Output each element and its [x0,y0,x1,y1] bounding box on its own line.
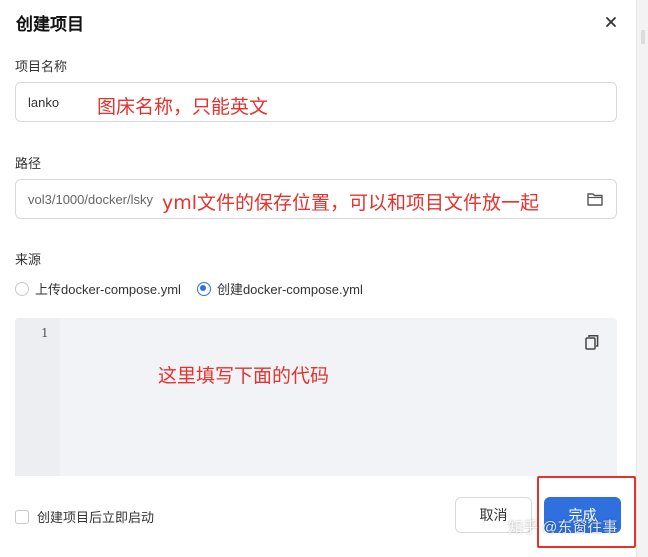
done-button[interactable]: 完成 [544,497,621,533]
cancel-button[interactable]: 取消 [455,497,532,533]
project-name-label: 项目名称 [15,59,68,74]
background-page-strip [636,0,648,557]
path-annotation: yml文件的保存位置，可以和项目文件放一起 [162,192,540,214]
radio-create-compose[interactable]: 创建docker-compose.yml [196,279,363,298]
folder-icon[interactable] [586,191,604,207]
line-number: 1 [41,326,49,340]
create-project-dialog: 创建项目 项目名称 lanko 图床名称，只能英文 路径 vol3/1000/d… [0,0,636,557]
copy-icon[interactable] [585,334,599,350]
radio-button[interactable] [15,281,29,296]
radio-button-selected[interactable] [196,281,211,296]
radio-label: 创建docker-compose.yml [216,282,363,297]
background-bar [641,30,645,44]
close-icon[interactable] [601,12,621,32]
path-label: 路径 [15,156,42,171]
project-name-annotation: 图床名称，只能英文 [97,96,269,118]
dialog-title: 创建项目 [16,15,84,34]
source-label: 来源 [15,252,42,267]
start-after-create-checkbox[interactable]: 创建项目后立即启动 [15,507,154,526]
code-editor[interactable]: 1 这里填写下面的代码 [15,318,617,476]
checkbox-label: 创建项目后立即启动 [37,510,155,525]
project-name-value: lanko [28,94,60,110]
source-radio-group: 上传docker-compose.yml 创建docker-compose.ym… [15,279,379,298]
radio-label: 上传docker-compose.yml [35,282,181,297]
checkbox-box[interactable] [15,509,29,524]
editor-gutter [15,318,60,476]
editor-annotation: 这里填写下面的代码 [158,365,330,387]
radio-upload-compose[interactable]: 上传docker-compose.yml [15,279,181,298]
path-value: vol3/1000/docker/lsky [28,191,154,207]
